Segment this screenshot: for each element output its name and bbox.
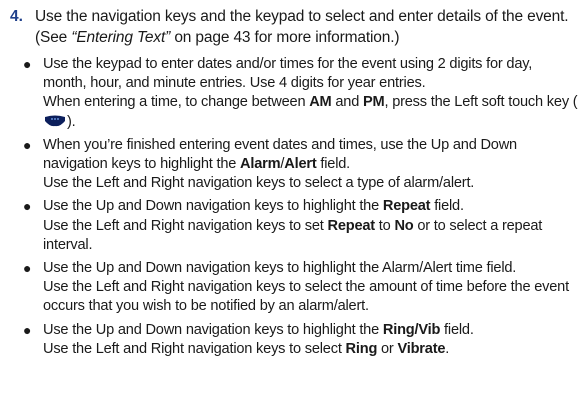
text-fragment: . (445, 340, 450, 357)
step-4: 4. Use the navigation keys and the keypa… (10, 6, 578, 363)
text-fragment: Use the Up and Down navigation keys to h… (43, 198, 383, 215)
no-label: No (394, 217, 414, 234)
bullet-dot-icon: ● (23, 198, 32, 215)
bullet-subtext: Use the Left and Right navigation keys t… (43, 175, 475, 192)
manual-page: 4. Use the navigation keys and the keypa… (0, 0, 584, 408)
vibrate-label: Vibrate (397, 340, 446, 357)
text-fragment: Use the Left and Right navigation keys t… (43, 217, 328, 234)
repeat-label: Repeat (327, 217, 375, 234)
bullet-text: Use the Up and Down navigation keys to h… (43, 260, 517, 277)
text-fragment: field. (316, 156, 351, 173)
step-instruction: Use the navigation keys and the keypad t… (35, 6, 578, 48)
bullet-list: ● Use the keypad to enter dates and/or t… (10, 55, 578, 359)
text-fragment: or (377, 340, 398, 357)
bullet-dot-icon: ● (23, 321, 32, 338)
bullet-subtext: Use the Left and Right navigation keys t… (43, 217, 578, 255)
entering-text-reference: “Entering Text” (71, 29, 171, 46)
bullet-item-dates: ● Use the keypad to enter dates and/or t… (10, 55, 578, 132)
bullet-subtext: Use the Left and Right navigation keys t… (43, 279, 569, 315)
text-fragment: and (331, 94, 363, 111)
text-fragment: Use the Left and Right navigation keys t… (43, 340, 346, 357)
bullet-dot-icon: ● (23, 136, 32, 153)
am-label: AM (309, 94, 332, 111)
bullet-text: When you’re finished entering event date… (43, 136, 578, 174)
step-number: 4. (10, 8, 23, 25)
bullet-text: Use the Up and Down navigation keys to h… (43, 197, 578, 216)
left-soft-touch-key-icon (45, 115, 65, 126)
bullet-item-ring-vib: ● Use the Up and Down navigation keys to… (10, 321, 578, 359)
bullet-item-alarm-time: ● Use the Up and Down navigation keys to… (10, 259, 578, 317)
text-fragment: field. (440, 321, 474, 338)
alarm-label: Alarm (240, 156, 281, 173)
bullet-item-alarm: ● When you’re finished entering event da… (10, 136, 578, 194)
bullet-dot-icon: ● (23, 260, 32, 277)
bullet-subtext: Use the Left and Right navigation keys t… (43, 340, 578, 359)
text-fragment: When entering a time, to change between (43, 94, 310, 111)
step-text-after: on page 43 for more information.) (170, 29, 400, 46)
bullet-item-repeat: ● Use the Up and Down navigation keys to… (10, 197, 578, 255)
bullet-dot-icon: ● (23, 56, 32, 72)
ring-vib-label: Ring/Vib (382, 321, 441, 338)
bullet-text: Use the Up and Down navigation keys to h… (43, 321, 578, 340)
text-fragment: , press the Left soft touch key ( (384, 94, 578, 111)
repeat-field-label: Repeat (382, 198, 431, 215)
text-fragment: field. (430, 198, 464, 215)
text-fragment: Use the Up and Down navigation keys to h… (43, 321, 383, 338)
ring-label: Ring (345, 340, 378, 357)
text-fragment: to (374, 217, 395, 234)
alert-label: Alert (284, 156, 317, 173)
pm-label: PM (362, 94, 385, 111)
bullet-subtext: When entering a time, to change between … (43, 93, 578, 131)
text-fragment: ). (67, 113, 76, 130)
bullet-text: Use the keypad to enter dates and/or tim… (43, 56, 533, 92)
